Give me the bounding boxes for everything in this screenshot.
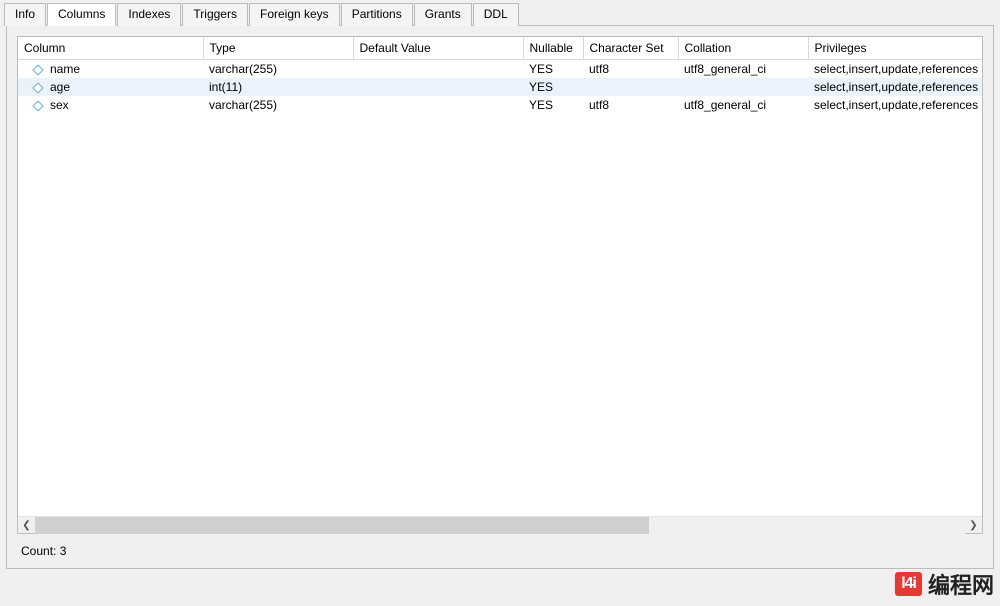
table-row[interactable]: name varchar(255) YES utf8 utf8_general_… bbox=[18, 60, 982, 79]
tab-indexes[interactable]: Indexes bbox=[117, 3, 181, 26]
cell-type: int(11) bbox=[203, 78, 353, 96]
header-column[interactable]: Column bbox=[18, 37, 203, 60]
cell-default bbox=[353, 78, 523, 96]
scroll-right-icon[interactable]: ❯ bbox=[965, 517, 982, 534]
cell-charset bbox=[583, 78, 678, 96]
tab-ddl[interactable]: DDL bbox=[473, 3, 519, 26]
scroll-left-icon[interactable]: ❮ bbox=[18, 517, 35, 534]
header-character-set[interactable]: Character Set bbox=[583, 37, 678, 60]
cell-privileges: select,insert,update,references bbox=[808, 60, 982, 79]
table-row[interactable]: age int(11) YES select,insert,update,ref… bbox=[18, 78, 982, 96]
tab-bar: Info Columns Indexes Triggers Foreign ke… bbox=[0, 0, 1000, 25]
tab-info[interactable]: Info bbox=[4, 3, 46, 26]
column-icon bbox=[32, 100, 43, 111]
cell-nullable: YES bbox=[523, 96, 583, 114]
cell-privileges: select,insert,update,references bbox=[808, 96, 982, 114]
cell-charset: utf8 bbox=[583, 96, 678, 114]
count-value: 3 bbox=[60, 544, 67, 558]
scroll-thumb[interactable] bbox=[35, 517, 649, 534]
scroll-track[interactable] bbox=[35, 517, 965, 534]
watermark-text: 编程网 bbox=[928, 568, 994, 600]
cell-collation bbox=[678, 78, 808, 96]
cell-default bbox=[353, 96, 523, 114]
table-row[interactable]: sex varchar(255) YES utf8 utf8_general_c… bbox=[18, 96, 982, 114]
cell-default bbox=[353, 60, 523, 79]
count-label: Count: bbox=[21, 544, 56, 558]
cell-collation: utf8_general_ci bbox=[678, 60, 808, 79]
header-nullable[interactable]: Nullable bbox=[523, 37, 583, 60]
cell-type: varchar(255) bbox=[203, 96, 353, 114]
cell-column: age bbox=[50, 80, 70, 94]
column-icon bbox=[32, 82, 43, 93]
row-count: Count: 3 bbox=[17, 534, 983, 562]
tab-partitions[interactable]: Partitions bbox=[341, 3, 413, 26]
header-type[interactable]: Type bbox=[203, 37, 353, 60]
cell-charset: utf8 bbox=[583, 60, 678, 79]
tab-columns[interactable]: Columns bbox=[47, 3, 116, 26]
cell-privileges: select,insert,update,references bbox=[808, 78, 982, 96]
cell-collation: utf8_general_ci bbox=[678, 96, 808, 114]
tab-grants[interactable]: Grants bbox=[414, 3, 472, 26]
columns-panel: Column Type Default Value Nullable Chara… bbox=[6, 25, 994, 569]
tab-triggers[interactable]: Triggers bbox=[182, 3, 248, 26]
cell-nullable: YES bbox=[523, 60, 583, 79]
columns-grid: Column Type Default Value Nullable Chara… bbox=[17, 36, 983, 534]
column-header-row: Column Type Default Value Nullable Chara… bbox=[18, 37, 982, 60]
watermark-badge: l4i bbox=[895, 572, 922, 596]
header-privileges[interactable]: Privileges bbox=[808, 37, 982, 60]
cell-column: sex bbox=[50, 98, 69, 112]
header-default-value[interactable]: Default Value bbox=[353, 37, 523, 60]
tab-foreign-keys[interactable]: Foreign keys bbox=[249, 3, 340, 26]
horizontal-scrollbar[interactable]: ❮ ❯ bbox=[18, 516, 982, 533]
cell-nullable: YES bbox=[523, 78, 583, 96]
watermark: l4i 编程网 bbox=[895, 568, 994, 600]
column-icon bbox=[32, 64, 43, 75]
cell-column: name bbox=[50, 62, 80, 76]
header-collation[interactable]: Collation bbox=[678, 37, 808, 60]
cell-type: varchar(255) bbox=[203, 60, 353, 79]
